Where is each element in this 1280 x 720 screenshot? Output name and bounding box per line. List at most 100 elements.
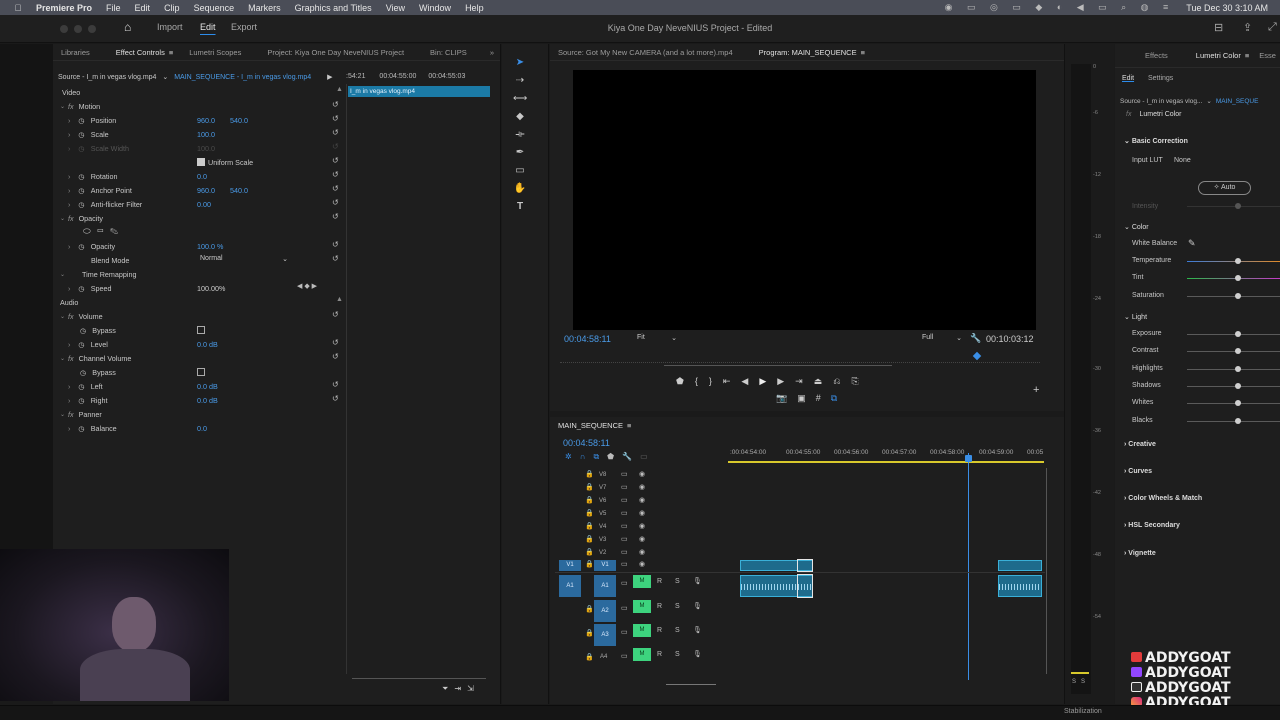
opacity-section-row[interactable]: ⌄ fx Opacity — [60, 212, 103, 224]
selection-tool-icon[interactable]: ➤ — [513, 56, 527, 70]
workspaces-icon[interactable]: ⊟ — [1214, 21, 1223, 34]
menu-clip[interactable]: Clip — [164, 3, 180, 13]
reset-left-icon[interactable]: ↺ — [332, 380, 339, 389]
reset-volume-icon[interactable]: ↺ — [332, 310, 339, 319]
time-remap-row[interactable]: ⌄ Time Remapping — [60, 268, 136, 280]
menu-graphics[interactable]: Graphics and Titles — [295, 3, 372, 13]
uniform-scale-checkbox[interactable] — [197, 158, 205, 166]
balance-value[interactable]: 0.0 — [197, 424, 207, 433]
bypass2-checkbox[interactable] — [197, 368, 205, 376]
reset-anchor-icon[interactable]: ↺ — [332, 184, 339, 193]
stopwatch-icon[interactable]: ◷ — [78, 340, 84, 349]
ec-footer-icons[interactable]: ⏷⇥⇲ — [442, 684, 480, 694]
stopwatch-icon[interactable]: ◷ — [80, 368, 86, 377]
stopwatch-icon[interactable]: ◷ — [78, 116, 84, 125]
mark-out-icon[interactable]: } — [709, 376, 723, 386]
record-button[interactable]: R — [657, 578, 662, 585]
ripple-edit-icon[interactable]: ⟷ — [513, 92, 527, 106]
menu-edit[interactable]: Edit — [135, 3, 151, 13]
step-forward-icon[interactable]: ▶ — [777, 376, 795, 386]
stopwatch-icon[interactable]: ◷ — [78, 130, 84, 139]
rect-mask-icon[interactable]: ▭ — [97, 226, 110, 236]
left-value[interactable]: 0.0 dB — [197, 382, 218, 391]
lumetri-source[interactable]: Source - I_m in vegas vlog... — [1120, 98, 1202, 105]
microphone-icon[interactable]: 🎙 — [693, 602, 702, 610]
wrench-icon[interactable]: 🔧 — [970, 333, 981, 344]
stopwatch-icon[interactable]: ◷ — [80, 326, 86, 335]
record-button[interactable]: R — [657, 627, 662, 634]
blacks-slider[interactable] — [1187, 418, 1280, 424]
eyedropper-icon[interactable]: ✎ — [1188, 238, 1196, 249]
snap-icon[interactable]: ∩ — [580, 452, 594, 461]
a3-target[interactable]: A3 — [594, 624, 616, 646]
chevron-down-icon[interactable]: ⌄ — [162, 74, 168, 81]
position-y[interactable]: 540.0 — [230, 116, 248, 125]
bypass-checkbox[interactable] — [197, 326, 205, 334]
blend-mode-select[interactable]: Normal ⌄ — [200, 255, 288, 265]
shadows-slider[interactable] — [1187, 383, 1280, 389]
a2-target[interactable]: A2 — [594, 600, 616, 622]
grid-icon[interactable]: # — [816, 393, 831, 403]
exposure-slider[interactable] — [1187, 331, 1280, 337]
contrast-slider[interactable] — [1187, 348, 1280, 354]
extract-icon[interactable]: ⎌ — [833, 376, 851, 386]
captions-icon[interactable]: ▭ — [640, 452, 656, 461]
mute-button[interactable]: M — [633, 575, 651, 588]
reset-level-icon[interactable]: ↺ — [332, 338, 339, 347]
v1-target[interactable]: V1 — [594, 560, 616, 571]
v1-clip-2[interactable] — [998, 560, 1042, 571]
play-audio-icon[interactable]: ▶ — [327, 74, 332, 81]
track-select-icon[interactable]: ⇢ — [513, 74, 527, 88]
settings-wrench-icon[interactable]: 🔧 — [622, 452, 640, 461]
lift-icon[interactable]: ⏏ — [814, 376, 834, 386]
volume-row[interactable]: ⌄ fx Volume — [60, 310, 103, 322]
creative-header[interactable]: › Creative — [1124, 441, 1156, 448]
insert-icon[interactable]: ⎘ — [851, 376, 869, 386]
tab-lumetri-settings[interactable]: Settings — [1148, 75, 1173, 82]
solo-button[interactable]: S — [675, 603, 680, 610]
share-icon[interactable]: ⇪ — [1243, 21, 1252, 34]
tab-program[interactable]: Program: MAIN_SEQUENCE — [759, 48, 857, 57]
v1-clip-selected[interactable] — [797, 559, 813, 572]
program-scrubber[interactable] — [560, 351, 1040, 363]
camera-icon[interactable]: 📷 — [776, 393, 797, 403]
reset-right-icon[interactable]: ↺ — [332, 394, 339, 403]
reset-scale-icon[interactable]: ↺ — [332, 128, 339, 137]
curves-header[interactable]: › Curves — [1124, 468, 1152, 475]
stopwatch-icon[interactable]: ◷ — [78, 200, 84, 209]
resolution-select[interactable]: Full ⌄ — [922, 334, 962, 342]
panner-row[interactable]: ⌄ fx Panner — [60, 408, 102, 420]
tab-essential[interactable]: Esse — [1259, 51, 1276, 60]
lumetri-sequence[interactable]: MAIN_SEQUE — [1216, 98, 1259, 105]
auto-button[interactable]: ✧ Auto — [1198, 181, 1251, 195]
menu-markers[interactable]: Markers — [248, 3, 281, 13]
reset-antiflicker-icon[interactable]: ↺ — [332, 198, 339, 207]
tab-lumetri-color[interactable]: Lumetri Color — [1196, 51, 1241, 60]
whites-slider[interactable] — [1187, 400, 1280, 406]
menu-app-name[interactable]: Premiere Pro — [36, 3, 92, 13]
mark-in-icon[interactable]: { — [695, 376, 709, 386]
reset-blend-icon[interactable]: ↺ — [332, 254, 339, 263]
reset-motion-icon[interactable]: ↺ — [332, 100, 339, 109]
meter-solo-left[interactable]: S — [1072, 679, 1076, 685]
rotation-value[interactable]: 0.0 — [197, 172, 207, 181]
tab-menu-icon[interactable]: ≡ — [861, 48, 865, 57]
nest-icon[interactable]: ✲ — [565, 452, 580, 461]
menu-view[interactable]: View — [386, 3, 405, 13]
speed-value[interactable]: 100.00% — [197, 284, 225, 293]
program-zoom-bar[interactable] — [664, 365, 892, 366]
menu-window[interactable]: Window — [419, 3, 451, 13]
pen-tool-icon[interactable]: ✒ — [513, 146, 527, 160]
fit-select[interactable]: Fit ⌄ — [637, 334, 677, 342]
reset-rotation-icon[interactable]: ↺ — [332, 170, 339, 179]
tab-source[interactable]: Source: Got My New CAMERA (and a lot mor… — [558, 48, 733, 57]
mute-button[interactable]: M — [633, 648, 651, 661]
v1-source-patch[interactable]: V1 — [559, 560, 581, 571]
scale-value[interactable]: 100.0 — [197, 130, 215, 139]
ec-source[interactable]: Source - I_m in vegas vlog.mp4 — [58, 74, 156, 81]
tab-lumetri-edit[interactable]: Edit — [1122, 75, 1134, 82]
a1-clip-2[interactable] — [998, 575, 1042, 597]
rectangle-tool-icon[interactable]: ▭ — [513, 164, 527, 178]
fullscreen-icon[interactable]: ⤢ — [1268, 21, 1277, 34]
reset-opacity-icon[interactable]: ↺ — [332, 240, 339, 249]
